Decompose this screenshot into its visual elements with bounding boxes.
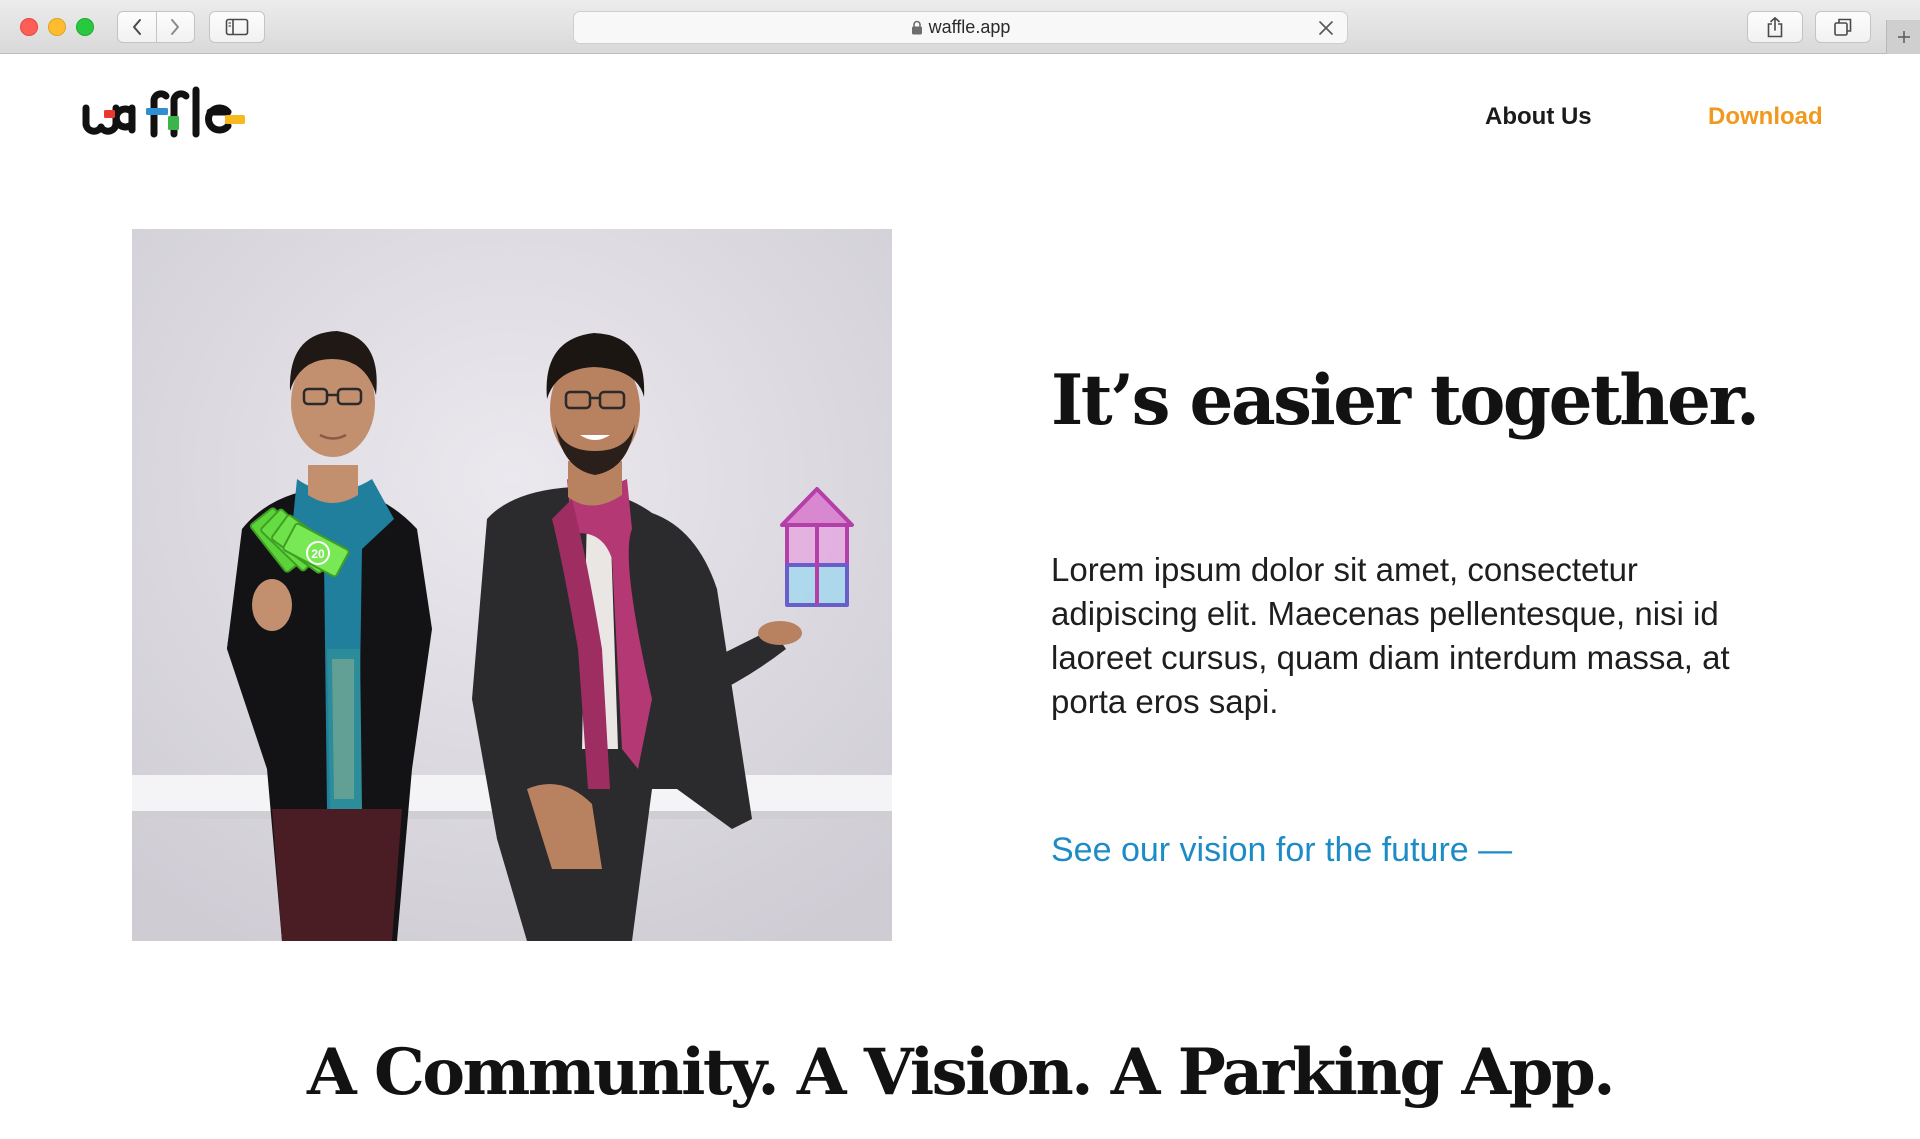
- plus-icon: [1897, 31, 1910, 43]
- waffle-logo[interactable]: [82, 86, 246, 146]
- hero-body-text: Lorem ipsum dolor sit amet, consectetur …: [1051, 551, 1730, 720]
- minimize-window-button[interactable]: [48, 18, 66, 36]
- sidebar-toggle-button[interactable]: [209, 11, 265, 43]
- new-tab-button[interactable]: [1886, 20, 1920, 54]
- waffle-logo-icon: [82, 86, 245, 138]
- zoom-window-button[interactable]: [76, 18, 94, 36]
- sidebar-icon: [225, 18, 249, 36]
- close-window-button[interactable]: [20, 18, 38, 36]
- tabs-icon: [1834, 18, 1852, 36]
- share-button[interactable]: [1747, 11, 1803, 43]
- share-icon: [1767, 17, 1783, 38]
- back-button[interactable]: [118, 12, 156, 42]
- tab-overview-button[interactable]: [1815, 11, 1871, 43]
- vision-link[interactable]: See our vision for the future —: [1051, 831, 1512, 870]
- browser-toolbar: waffle.app: [0, 0, 1920, 54]
- lock-icon: [911, 20, 922, 35]
- clear-url-icon[interactable]: [1317, 19, 1335, 37]
- address-bar[interactable]: waffle.app: [573, 11, 1348, 44]
- chevron-right-icon: [171, 19, 180, 35]
- section-title: A Community. A Vision. A Parking App.: [307, 1035, 1615, 1110]
- forward-button[interactable]: [156, 12, 194, 42]
- hero-photo: 20: [132, 229, 892, 941]
- founders-photo-illustration: 20: [132, 229, 892, 941]
- history-nav: [117, 11, 195, 43]
- banknote-value: 20: [311, 547, 325, 561]
- chevron-left-icon: [132, 19, 141, 35]
- nav-download[interactable]: Download: [1708, 103, 1823, 131]
- nav-about-us[interactable]: About Us: [1485, 103, 1592, 131]
- hero-headline: It’s easier together.: [1051, 360, 1760, 441]
- url-text: waffle.app: [928, 17, 1011, 37]
